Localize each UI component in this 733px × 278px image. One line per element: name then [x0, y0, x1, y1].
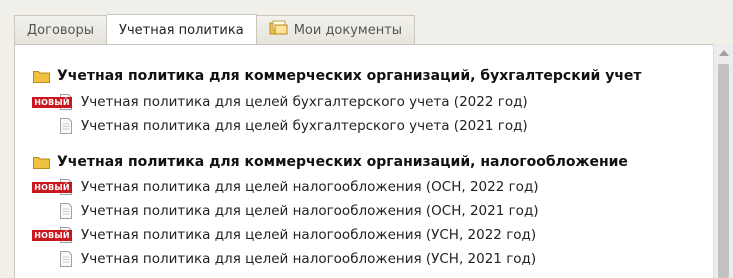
tab-bar: Договоры Учетная политика Мои документы [14, 14, 416, 45]
window-frame: Договоры Учетная политика Мои документы [0, 0, 733, 278]
document-icon [59, 203, 73, 219]
list-item[interactable]: НОВЫЙ Учетная политика для целей налогоо… [32, 225, 537, 245]
new-badge: НОВЫЙ [32, 181, 72, 193]
section-title-taxation[interactable]: Учетная политика для коммерческих органи… [33, 154, 628, 170]
new-badge: НОВЫЙ [32, 229, 72, 241]
section-title-text: Учетная политика для коммерческих органи… [57, 154, 628, 170]
tab-label: Мои документы [293, 22, 403, 38]
document-icon [59, 118, 73, 134]
tab-label: Договоры [27, 22, 95, 38]
list-item[interactable]: НОВЫЙ Учетная политика для целей налогоо… [32, 177, 539, 197]
section-title-accounting[interactable]: Учетная политика для коммерческих органи… [33, 68, 642, 84]
content-panel: Учетная политика для коммерческих органи… [14, 44, 733, 278]
document-icon [59, 251, 73, 267]
scroll-up-arrow-icon[interactable] [719, 50, 729, 56]
list-item[interactable]: Учетная политика для целей налогообложен… [33, 249, 536, 269]
list-item[interactable]: Учетная политика для целей налогообложен… [33, 201, 539, 221]
tab-accounting-policy[interactable]: Учетная политика [107, 14, 257, 45]
section-title-text: Учетная политика для коммерческих органи… [57, 68, 642, 84]
item-label: Учетная политика для целей налогообложен… [81, 179, 539, 195]
folder-icon [33, 156, 50, 169]
tab-contracts[interactable]: Договоры [14, 15, 108, 44]
item-label: Учетная политика для целей налогообложен… [81, 251, 537, 267]
item-label: Учетная политика для целей налогообложен… [81, 227, 537, 243]
scrollbar-thumb[interactable] [718, 64, 729, 278]
tab-my-documents[interactable]: Мои документы [256, 15, 416, 44]
list-item[interactable]: Учетная политика для целей бухгалтерског… [33, 116, 528, 136]
vertical-scrollbar[interactable] [713, 44, 733, 278]
item-label: Учетная политика для целей бухгалтерског… [81, 94, 528, 110]
list-item[interactable]: НОВЫЙ Учетная политика для целей бухгалт… [32, 92, 528, 112]
documents-icon [269, 20, 289, 40]
item-label: Учетная политика для целей налогообложен… [81, 203, 539, 219]
new-badge: НОВЫЙ [32, 96, 72, 108]
tab-label: Учетная политика [119, 22, 244, 38]
item-label: Учетная политика для целей бухгалтерског… [81, 118, 528, 134]
folder-icon [33, 70, 50, 83]
